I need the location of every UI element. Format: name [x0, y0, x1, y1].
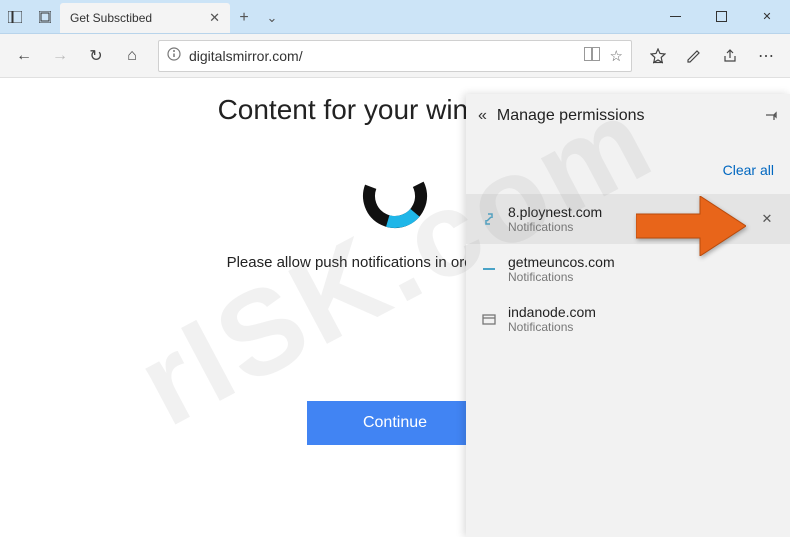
panel-title: Manage permissions [497, 107, 754, 125]
forward-button: → [44, 40, 76, 72]
toolbar: ← → ↻ ⌂ digitalsmirror.com/ ☆ ⋯ [0, 34, 790, 78]
home-button[interactable]: ⌂ [116, 40, 148, 72]
spinner-icon [361, 162, 429, 230]
address-bar[interactable]: digitalsmirror.com/ ☆ [158, 40, 632, 72]
clear-all-row: Clear all [466, 138, 790, 194]
site-info-icon[interactable] [167, 47, 181, 64]
maximize-button[interactable] [698, 0, 744, 33]
permission-sub: Notifications [508, 270, 776, 284]
refresh-button[interactable]: ↻ [80, 40, 112, 72]
share-button[interactable] [714, 40, 746, 72]
permission-item[interactable]: indanode.comNotifications [466, 294, 790, 344]
minimize-button[interactable] [652, 0, 698, 33]
tab-label: Get Subsctibed [70, 11, 209, 25]
panel-back-icon[interactable]: « [478, 107, 487, 125]
tab-strip: Get Subsctibed ✕ + ⌄ [60, 0, 652, 33]
window-controls: ✕ [652, 0, 790, 33]
panel-header: « Manage permissions [466, 94, 790, 138]
permission-text: getmeuncos.comNotifications [508, 254, 776, 284]
tab-preview-icon[interactable] [30, 0, 60, 33]
permission-sub: Notifications [508, 320, 776, 334]
favorite-icon[interactable]: ☆ [610, 47, 623, 65]
permission-site-icon [480, 260, 498, 278]
close-window-button[interactable]: ✕ [744, 0, 790, 33]
notes-button[interactable] [678, 40, 710, 72]
permission-item[interactable]: getmeuncos.comNotifications [466, 244, 790, 294]
reading-view-icon[interactable] [584, 47, 600, 65]
permission-domain: indanode.com [508, 304, 776, 320]
clear-all-link[interactable]: Clear all [723, 162, 774, 178]
continue-button[interactable]: Continue [307, 401, 483, 445]
permissions-list: 8.ploynest.comNotifications✕getmeuncos.c… [466, 194, 790, 344]
back-button[interactable]: ← [8, 40, 40, 72]
permission-sub: Notifications [508, 220, 748, 234]
favorites-button[interactable] [642, 40, 674, 72]
more-button[interactable]: ⋯ [750, 40, 782, 72]
permission-item[interactable]: 8.ploynest.comNotifications ✕ [466, 194, 790, 244]
permission-domain: getmeuncos.com [508, 254, 776, 270]
content-area: Content for your windows 10 Please allow… [0, 94, 790, 537]
url-text: digitalsmirror.com/ [189, 48, 576, 64]
close-tab-icon[interactable]: ✕ [209, 10, 220, 26]
browser-tab[interactable]: Get Subsctibed ✕ [60, 3, 230, 33]
titlebar: Get Subsctibed ✕ + ⌄ ✕ [0, 0, 790, 34]
pin-icon[interactable] [764, 108, 778, 125]
tabs-aside-icon[interactable] [0, 0, 30, 33]
permission-text: 8.ploynest.comNotifications [508, 204, 748, 234]
permissions-panel: « Manage permissions Clear all 8.ploynes… [466, 94, 790, 537]
permission-text: indanode.comNotifications [508, 304, 776, 334]
permission-domain: 8.ploynest.com [508, 204, 748, 220]
tab-chevron-icon[interactable]: ⌄ [258, 3, 286, 33]
permission-remove-icon[interactable]: ✕ [758, 211, 776, 227]
permission-site-icon [480, 210, 498, 228]
titlebar-left [0, 0, 60, 33]
permission-site-icon [480, 310, 498, 328]
new-tab-button[interactable]: + [230, 3, 258, 33]
